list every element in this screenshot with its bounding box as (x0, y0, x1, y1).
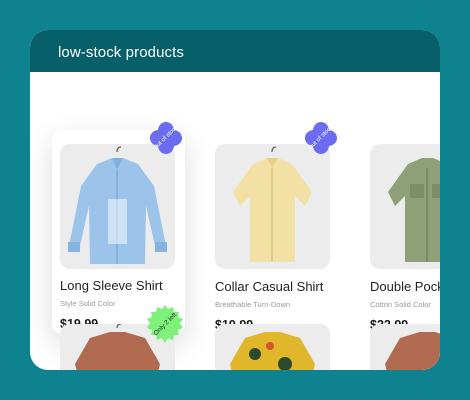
product-image (370, 144, 440, 269)
product-card[interactable] (370, 324, 440, 370)
product-name: Long Sleeve Shirt (60, 278, 163, 293)
product-image (385, 332, 440, 370)
product-card[interactable]: Collar Casual Shirt Breathable Turn-Down… (215, 144, 340, 338)
product-name: Double Pocket (370, 279, 440, 294)
only-2-left-badge: Only 2 left (145, 304, 185, 344)
product-name: Collar Casual Shirt (215, 279, 324, 294)
out-of-stock-badge: Out of stock (148, 120, 184, 156)
product-subtitle: Cotton Solid Color (370, 300, 431, 309)
product-grid: Long Sleeve Shirt Style Solid Color $19.… (30, 72, 440, 370)
panel-title: low-stock products (58, 44, 185, 61)
product-card[interactable]: Double Pocket Cotton Solid Color $22.99 (370, 144, 440, 338)
product-image (230, 332, 315, 370)
product-subtitle: Breathable Turn-Down (215, 300, 291, 309)
product-image (215, 144, 330, 269)
product-image (60, 144, 175, 269)
out-of-stock-badge: Out of stock (303, 120, 339, 156)
product-subtitle: Style Solid Color (60, 299, 116, 308)
product-card[interactable] (215, 324, 330, 370)
panel-header: low-stock products (30, 30, 440, 72)
low-stock-panel: low-stock products Long Sleeve Shirt Sty… (30, 30, 440, 370)
